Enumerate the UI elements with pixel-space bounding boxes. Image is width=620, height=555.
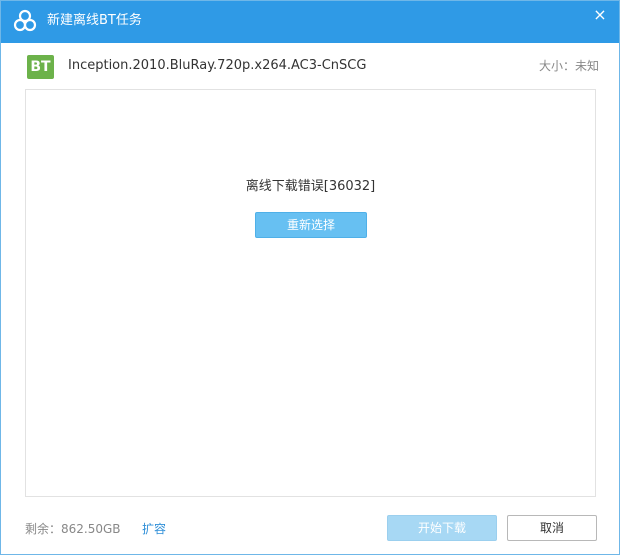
dialog-footer: 剩余：862.50GB 扩容 开始下载 取消 <box>1 501 619 555</box>
file-name: Inception.2010.BluRay.720p.x264.AC3-CnSC… <box>68 58 367 73</box>
remaining-space: 剩余：862.50GB <box>25 522 121 536</box>
bt-file-icon: BT <box>27 55 54 79</box>
content-panel: 离线下载错误[36032] 重新选择 <box>25 89 596 497</box>
file-size: 大小：未知 <box>538 59 599 73</box>
window-title: 新建离线BT任务 <box>47 13 142 28</box>
reselect-button[interactable]: 重新选择 <box>255 212 367 238</box>
error-message: 离线下载错误[36032] <box>245 179 376 194</box>
close-button[interactable]: × <box>589 5 611 25</box>
cancel-button[interactable]: 取消 <box>507 515 597 541</box>
title-bar[interactable]: 新建离线BT任务 × <box>1 1 619 43</box>
start-download-button[interactable]: 开始下载 <box>387 515 497 541</box>
file-info-row: BT Inception.2010.BluRay.720p.x264.AC3-C… <box>1 43 619 87</box>
new-offline-bt-task-dialog: 新建离线BT任务 × BT Inception.2010.BluRay.720p… <box>0 0 620 555</box>
expand-storage-link[interactable]: 扩容 <box>142 521 166 537</box>
cloud-logo-icon <box>13 9 37 33</box>
